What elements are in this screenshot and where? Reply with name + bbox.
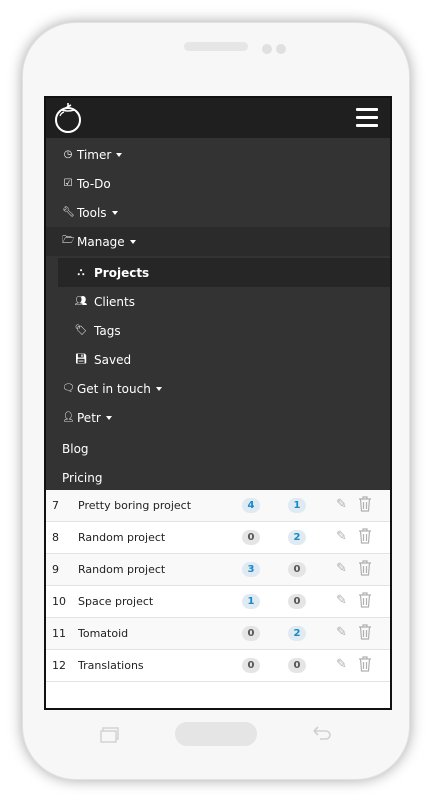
folder-open-icon: 🗁︎ xyxy=(62,235,75,246)
table-row[interactable]: 9 Random project 3 0 ✎ xyxy=(46,554,390,586)
users-icon: 👥︎ xyxy=(74,296,88,307)
table-row[interactable]: 12 Translations 0 0 ✎ xyxy=(46,650,390,682)
caret-down-icon xyxy=(116,152,123,157)
nav-label: Clients xyxy=(94,294,135,309)
nav-item-timer[interactable]: ◷ Timer xyxy=(46,140,390,169)
project-name[interactable]: Random project xyxy=(78,563,165,576)
trash-icon[interactable] xyxy=(358,656,372,672)
row-number: 7 xyxy=(52,499,59,512)
project-name[interactable]: Space project xyxy=(78,595,153,608)
nav-label: Get in touch xyxy=(77,381,151,396)
project-name[interactable]: Tomatoid xyxy=(78,627,128,640)
pencil-icon[interactable]: ✎ xyxy=(336,593,350,609)
nav-label: Saved xyxy=(94,352,132,367)
nav-subitem-saved[interactable]: 💾︎ Saved xyxy=(58,345,390,374)
count-badge: 0 xyxy=(288,562,306,577)
hamburger-menu-icon[interactable] xyxy=(356,108,378,128)
phone-speaker xyxy=(184,42,248,51)
caret-down-icon xyxy=(105,415,112,420)
nav-subitem-projects[interactable]: ⛬ Projects xyxy=(58,258,390,287)
count-badge: 1 xyxy=(242,594,260,609)
recent-apps-icon[interactable] xyxy=(100,727,120,743)
trash-icon[interactable] xyxy=(358,592,372,608)
row-number: 10 xyxy=(52,595,66,608)
chat-icon: 🗨︎ xyxy=(62,383,75,394)
caret-down-icon xyxy=(155,386,162,391)
caret-down-icon xyxy=(111,210,118,215)
project-name[interactable]: Random project xyxy=(78,531,165,544)
trash-icon[interactable] xyxy=(358,624,372,640)
nav-item-manage[interactable]: 🗁︎ Manage xyxy=(46,227,390,256)
nav-item-user[interactable]: 👤︎ Petr xyxy=(46,403,390,432)
table-row[interactable]: 7 Pretty boring project 4 1 ✎ xyxy=(46,490,390,522)
nav-item-tools[interactable]: 🔧︎ Tools xyxy=(46,198,390,227)
count-badge: 2 xyxy=(288,530,306,545)
nav-label: Tools xyxy=(77,205,107,220)
nav-subitem-tags[interactable]: 🏷︎ Tags xyxy=(58,316,390,345)
row-number: 8 xyxy=(52,531,59,544)
user-icon: 👤︎ xyxy=(62,412,75,423)
nav-label: Manage xyxy=(77,234,125,249)
nav-label: Timer xyxy=(77,147,112,162)
floppy-disk-icon: 💾︎ xyxy=(74,354,88,365)
count-badge: 0 xyxy=(242,626,260,641)
row-number: 9 xyxy=(52,563,59,576)
row-number: 12 xyxy=(52,659,66,672)
pencil-icon[interactable]: ✎ xyxy=(336,625,350,641)
count-badge: 0 xyxy=(288,658,306,673)
nav-subitem-clients[interactable]: 👥︎ Clients xyxy=(58,287,390,316)
phone-camera xyxy=(262,44,272,54)
count-badge: 3 xyxy=(242,562,260,577)
app-screen: ◷ Timer ☑ To-Do 🔧︎ Tools 🗁︎ Manage ⛬ Pro… xyxy=(44,96,392,710)
table-row[interactable]: 10 Space project 1 0 ✎ xyxy=(46,586,390,618)
wrench-icon: 🔧︎ xyxy=(62,207,75,218)
row-number: 11 xyxy=(52,627,66,640)
phone-sensor xyxy=(276,44,286,54)
tags-icon: 🏷︎ xyxy=(74,325,88,336)
count-badge: 1 xyxy=(288,498,306,513)
nav-label: Tags xyxy=(94,323,121,338)
pencil-icon[interactable]: ✎ xyxy=(336,529,350,545)
pencil-icon[interactable]: ✎ xyxy=(336,497,350,513)
nav-item-get-in-touch[interactable]: 🗨︎ Get in touch xyxy=(46,374,390,403)
table-row[interactable]: 11 Tomatoid 0 2 ✎ xyxy=(46,618,390,650)
project-name[interactable]: Translations xyxy=(78,659,144,672)
project-name[interactable]: Pretty boring project xyxy=(78,499,191,512)
trash-icon[interactable] xyxy=(358,528,372,544)
nav-label: Blog xyxy=(62,441,89,456)
count-badge: 2 xyxy=(288,626,306,641)
clock-icon: ◷ xyxy=(63,149,73,160)
count-badge: 0 xyxy=(242,530,260,545)
trash-icon[interactable] xyxy=(358,496,372,512)
table-row[interactable]: 8 Random project 0 2 ✎ xyxy=(46,522,390,554)
pencil-icon[interactable]: ✎ xyxy=(336,561,350,577)
nav-item-todo[interactable]: ☑ To-Do xyxy=(46,169,390,198)
top-navbar xyxy=(46,98,390,138)
pencil-icon[interactable]: ✎ xyxy=(336,657,350,673)
trash-icon[interactable] xyxy=(358,560,372,576)
nav-item-pricing[interactable]: Pricing xyxy=(46,463,390,492)
nav-item-blog[interactable]: Blog xyxy=(46,434,390,463)
home-button[interactable] xyxy=(175,722,257,746)
count-badge: 4 xyxy=(242,498,260,513)
nav-label: Petr xyxy=(77,410,101,425)
back-arrow-icon[interactable] xyxy=(310,724,332,744)
nav-label: Projects xyxy=(94,265,150,280)
tomato-logo-icon[interactable] xyxy=(52,102,84,134)
caret-down-icon xyxy=(129,239,136,244)
cubes-icon: ⛬ xyxy=(77,267,85,278)
count-badge: 0 xyxy=(288,594,306,609)
nav-menu: ◷ Timer ☑ To-Do 🔧︎ Tools 🗁︎ Manage ⛬ Pro… xyxy=(46,138,390,490)
nav-label: Pricing xyxy=(62,470,103,485)
checkbox-icon: ☑ xyxy=(63,178,73,189)
nav-label: To-Do xyxy=(77,176,111,191)
count-badge: 0 xyxy=(242,658,260,673)
